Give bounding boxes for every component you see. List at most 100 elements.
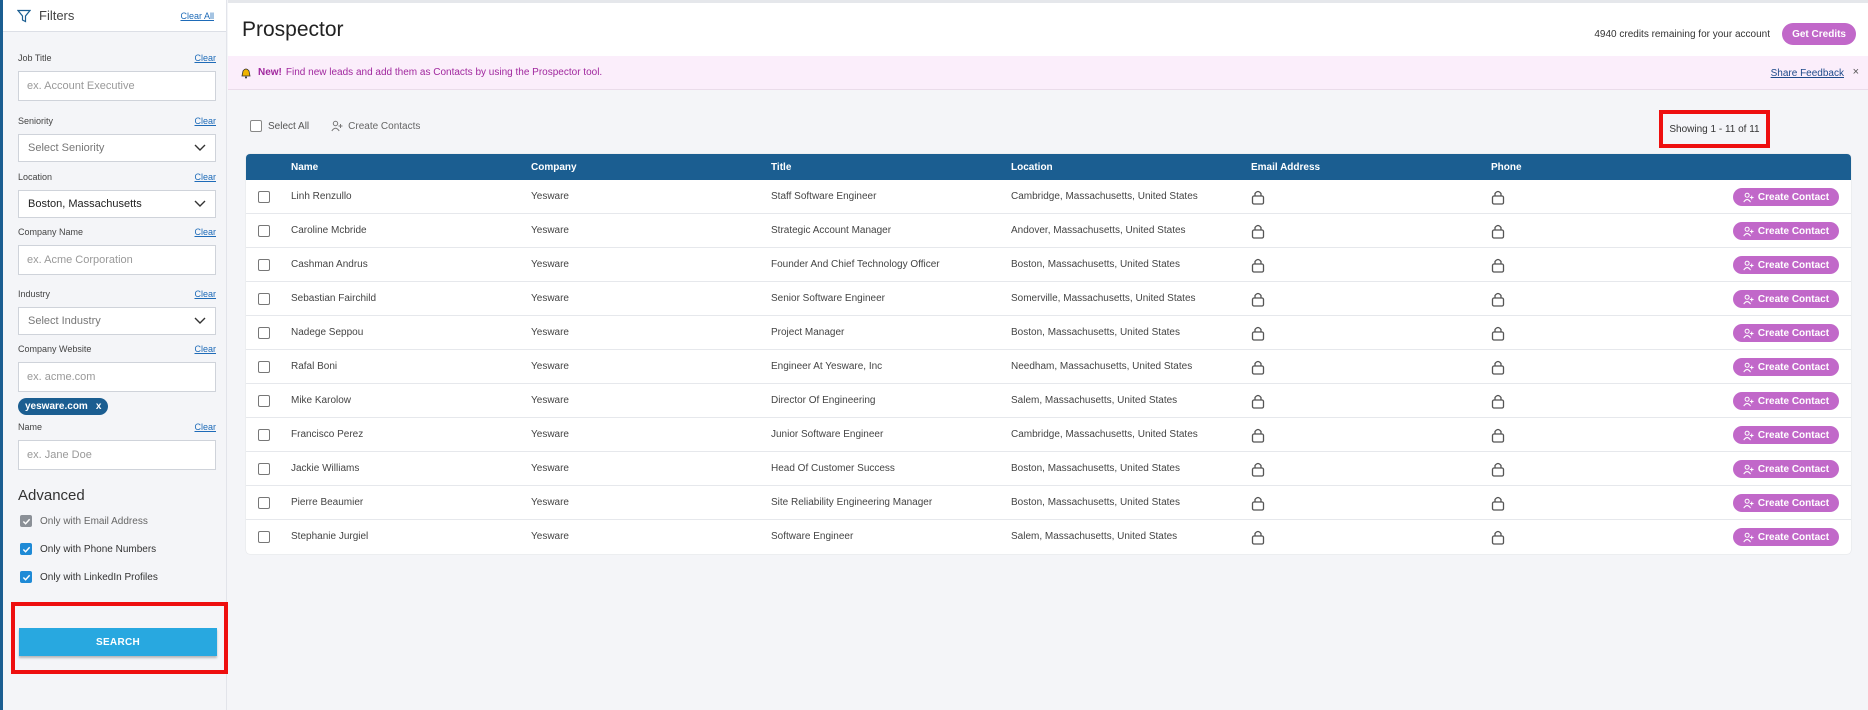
column-phone: Phone: [1491, 162, 1522, 173]
create-contact-label: Create Contact: [1757, 463, 1830, 475]
create-contact-button[interactable]: Create Contact: [1733, 222, 1839, 240]
cell-name: Pierre Beaumier: [291, 497, 364, 508]
create-contact-label: Create Contact: [1757, 531, 1830, 543]
name-clear[interactable]: Clear: [194, 422, 216, 432]
select-all-checkbox[interactable]: [250, 120, 262, 132]
chip-remove-icon[interactable]: x: [96, 401, 102, 412]
select-all-label[interactable]: Select All: [268, 121, 309, 132]
lock-icon[interactable]: [1251, 427, 1265, 443]
linkedin-only-option[interactable]: Only with LinkedIn Profiles: [20, 571, 158, 583]
cell-name: Mike Karolow: [291, 395, 352, 406]
lock-icon[interactable]: [1491, 189, 1505, 205]
lock-icon[interactable]: [1251, 495, 1265, 511]
chevron-down-icon: [194, 144, 206, 151]
lock-icon[interactable]: [1251, 393, 1265, 409]
close-icon[interactable]: ×: [1853, 66, 1859, 78]
job-title-input[interactable]: ex. Account Executive: [18, 71, 216, 101]
company-website-clear[interactable]: Clear: [194, 344, 216, 354]
name-input[interactable]: ex. Jane Doe: [18, 440, 216, 470]
create-contact-button[interactable]: Create Contact: [1733, 426, 1839, 444]
create-contact-button[interactable]: Create Contact: [1733, 324, 1839, 342]
row-checkbox[interactable]: [258, 429, 270, 441]
cell-title: Junior Software Engineer: [771, 429, 884, 440]
lock-icon[interactable]: [1251, 325, 1265, 341]
lock-icon[interactable]: [1491, 325, 1505, 341]
row-checkbox[interactable]: [258, 463, 270, 475]
create-contact-button[interactable]: Create Contact: [1733, 392, 1839, 410]
row-checkbox[interactable]: [258, 531, 270, 543]
lock-icon[interactable]: [1251, 359, 1265, 375]
clear-all-link[interactable]: Clear All: [180, 11, 214, 21]
lock-icon[interactable]: [1491, 495, 1505, 511]
create-contact-button[interactable]: Create Contact: [1733, 256, 1839, 274]
lock-icon[interactable]: [1491, 359, 1505, 375]
lock-icon[interactable]: [1491, 461, 1505, 477]
lock-icon[interactable]: [1251, 461, 1265, 477]
row-checkbox[interactable]: [258, 497, 270, 509]
lock-icon[interactable]: [1491, 427, 1505, 443]
checkbox-checked-icon[interactable]: [20, 515, 32, 527]
linkedin-only-label: Only with LinkedIn Profiles: [40, 571, 158, 583]
results-toolbar: Select All Create Contacts: [250, 120, 420, 132]
cell-name: Linh Renzullo: [291, 191, 352, 202]
cell-name: Francisco Perez: [291, 429, 364, 440]
lock-icon[interactable]: [1251, 529, 1265, 545]
cell-location: Needham, Massachusetts, United States: [1011, 361, 1193, 372]
get-credits-button[interactable]: Get Credits: [1782, 23, 1856, 45]
create-contacts-button[interactable]: Create Contacts: [331, 120, 420, 132]
industry-select[interactable]: Select Industry: [18, 307, 216, 335]
checkbox-checked-icon[interactable]: [20, 571, 32, 583]
lock-icon[interactable]: [1491, 393, 1505, 409]
row-checkbox[interactable]: [258, 191, 270, 203]
lock-icon[interactable]: [1491, 257, 1505, 273]
chevron-down-icon: [194, 317, 206, 324]
location-clear[interactable]: Clear: [194, 172, 216, 182]
email-only-option[interactable]: Only with Email Address: [20, 515, 148, 527]
company-website-filter: Company Website Clear ex. acme.com: [18, 343, 216, 392]
create-contact-button[interactable]: Create Contact: [1733, 494, 1839, 512]
table-row: Jackie Williams Yesware Head Of Customer S…: [246, 452, 1851, 486]
row-checkbox[interactable]: [258, 225, 270, 237]
table-row: Caroline Mcbride Yesware Strategic Account…: [246, 214, 1851, 248]
job-title-filter: Job Title Clear ex. Account Executive: [18, 52, 216, 101]
row-checkbox[interactable]: [258, 293, 270, 305]
phone-only-option[interactable]: Only with Phone Numbers: [20, 543, 156, 555]
row-checkbox[interactable]: [258, 259, 270, 271]
seniority-select[interactable]: Select Seniority: [18, 134, 216, 162]
location-label: Location: [18, 172, 53, 182]
share-feedback-link[interactable]: Share Feedback: [1771, 68, 1844, 79]
create-contact-button[interactable]: Create Contact: [1733, 528, 1839, 546]
lock-icon[interactable]: [1251, 291, 1265, 307]
create-contact-label: Create Contact: [1757, 395, 1830, 407]
company-name-input[interactable]: ex. Acme Corporation: [18, 245, 216, 275]
row-checkbox[interactable]: [258, 361, 270, 373]
seniority-clear[interactable]: Clear: [194, 116, 216, 126]
company-name-clear[interactable]: Clear: [194, 227, 216, 237]
industry-filter: Industry Clear Select Industry: [18, 288, 216, 335]
lock-icon[interactable]: [1251, 257, 1265, 273]
lock-icon[interactable]: [1491, 223, 1505, 239]
phone-only-label: Only with Phone Numbers: [40, 543, 157, 555]
filters-sidebar: Filters Clear All Job Title Clear ex. Acc…: [0, 0, 228, 710]
company-website-input[interactable]: ex. acme.com: [18, 362, 216, 392]
table-row: Mike Karolow Yesware Director Of Engineeri…: [246, 384, 1851, 418]
create-contact-button[interactable]: Create Contact: [1733, 188, 1839, 206]
lock-icon[interactable]: [1491, 529, 1505, 545]
banner-new-label: New!: [258, 67, 282, 78]
column-company: Company: [531, 162, 577, 173]
lock-icon[interactable]: [1251, 189, 1265, 205]
search-button[interactable]: SEARCH: [19, 628, 217, 656]
row-checkbox[interactable]: [258, 327, 270, 339]
create-contact-button[interactable]: Create Contact: [1733, 460, 1839, 478]
cell-company: Yesware: [531, 395, 569, 406]
industry-clear[interactable]: Clear: [194, 289, 216, 299]
create-contact-button[interactable]: Create Contact: [1733, 358, 1839, 376]
create-contact-button[interactable]: Create Contact: [1733, 290, 1839, 308]
row-checkbox[interactable]: [258, 395, 270, 407]
lock-icon[interactable]: [1491, 291, 1505, 307]
lock-icon[interactable]: [1251, 223, 1265, 239]
add-user-icon: [331, 120, 343, 132]
checkbox-checked-icon[interactable]: [20, 543, 32, 555]
job-title-clear[interactable]: Clear: [194, 53, 216, 63]
location-select[interactable]: Boston, Massachusetts: [18, 190, 216, 218]
